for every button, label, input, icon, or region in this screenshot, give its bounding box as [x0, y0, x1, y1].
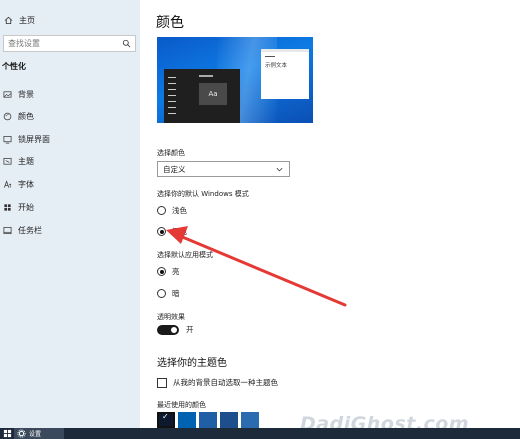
home-label: 主页 — [19, 16, 35, 25]
recent-color-swatches — [157, 412, 259, 428]
radio-label: 深色 — [172, 227, 187, 236]
dropdown-value: 自定义 — [163, 164, 186, 174]
sidebar-item-label: 主题 — [18, 156, 34, 166]
radio-button-checked[interactable] — [157, 227, 166, 236]
sidebar-item-fonts[interactable]: 字体 — [0, 175, 140, 193]
start-button[interactable] — [0, 428, 14, 439]
preview-menu-line — [168, 101, 176, 102]
preview-menu-line — [168, 77, 176, 78]
sidebar-item-colors[interactable]: 颜色 — [0, 107, 140, 125]
sidebar-item-label: 字体 — [18, 179, 34, 189]
image-icon — [3, 90, 12, 99]
preview-dark-window: Aa — [164, 69, 240, 123]
toggle-state-label: 开 — [186, 325, 194, 334]
preview-tile: Aa — [199, 83, 227, 105]
app-mode-label: 选择默认应用模式 — [157, 251, 213, 259]
windows-mode-label: 选择你的默认 Windows 模式 — [157, 190, 249, 198]
transparency-toggle[interactable] — [157, 324, 179, 335]
sidebar-item-label: 任务栏 — [18, 225, 42, 235]
preview-menu-line — [168, 83, 176, 84]
sidebar-item-label: 开始 — [18, 202, 34, 212]
preview-sample-text: 示例文本 — [265, 63, 288, 69]
preview-menu-line — [168, 113, 176, 114]
radio-label: 浅色 — [172, 206, 187, 215]
colors-page: 颜色 Aa 示例文本 选择颜色 自定义 选择你的默认 Windows 模式 浅色 — [140, 0, 520, 428]
preview-window-header — [265, 56, 275, 57]
sidebar-item-background[interactable]: 背景 — [0, 85, 140, 103]
auto-accent-checkbox[interactable] — [157, 377, 167, 388]
preview-menu-line — [168, 107, 176, 108]
transparency-label: 透明效果 — [157, 313, 185, 321]
app-mode-dark-radio[interactable]: 暗 — [157, 288, 180, 299]
windows-mode-light-radio[interactable]: 浅色 — [157, 205, 187, 216]
sidebar-home[interactable]: 主页 — [4, 15, 35, 26]
preview-light-window: 示例文本 — [261, 49, 309, 99]
start-icon — [3, 203, 12, 212]
sidebar-item-label: 颜色 — [18, 111, 34, 121]
radio-label: 亮 — [172, 267, 180, 276]
font-icon — [3, 179, 12, 189]
palette-icon — [3, 112, 12, 121]
preview-tile-header — [199, 75, 213, 77]
sidebar-item-start[interactable]: 开始 — [0, 198, 140, 216]
taskbar: 设置 — [0, 428, 520, 439]
auto-accent-checkbox-row[interactable]: 从我的背景自动选取一种主题色 — [157, 377, 278, 388]
theme-preview: Aa 示例文本 — [157, 37, 313, 123]
preview-menu-line — [168, 95, 176, 96]
radio-button[interactable] — [157, 206, 166, 215]
color-swatch[interactable] — [199, 412, 217, 428]
brush-icon — [3, 157, 12, 166]
color-swatch[interactable] — [178, 412, 196, 428]
home-icon — [4, 16, 13, 25]
sidebar-item-themes[interactable]: 主题 — [0, 152, 140, 170]
gear-icon — [17, 429, 26, 438]
page-title: 颜色 — [156, 15, 184, 31]
taskbar-app-label: 设置 — [29, 431, 42, 438]
color-swatch[interactable] — [220, 412, 238, 428]
sidebar-section-title: 个性化 — [2, 62, 26, 71]
search-input[interactable] — [8, 39, 122, 48]
lock-screen-icon — [3, 135, 12, 144]
choose-color-label: 选择颜色 — [157, 149, 185, 157]
windows-mode-dark-radio[interactable]: 深色 — [157, 226, 187, 237]
sidebar-item-lock-screen[interactable]: 锁屏界面 — [0, 130, 140, 148]
search-icon[interactable] — [122, 39, 131, 48]
taskbar-icon — [3, 226, 12, 235]
sidebar-item-taskbar[interactable]: 任务栏 — [0, 221, 140, 239]
chevron-down-icon — [275, 165, 284, 174]
color-swatch-selected[interactable] — [157, 412, 175, 428]
settings-sidebar: 主页 个性化 背景 颜色 锁屏界面 主题 字体 — [0, 0, 140, 428]
sidebar-item-label: 背景 — [18, 89, 34, 99]
preview-menu-line — [168, 89, 176, 90]
transparency-toggle-row[interactable]: 开 — [157, 324, 194, 335]
search-box[interactable] — [3, 35, 136, 52]
windows-logo-icon — [3, 429, 12, 438]
checkbox-label: 从我的背景自动选取一种主题色 — [173, 378, 278, 387]
choose-color-dropdown[interactable]: 自定义 — [157, 161, 290, 177]
radio-button-checked[interactable] — [157, 267, 166, 276]
radio-button[interactable] — [157, 289, 166, 298]
taskbar-settings-app[interactable]: 设置 — [14, 428, 64, 439]
radio-label: 暗 — [172, 289, 180, 298]
recent-colors-label: 最近使用的颜色 — [157, 401, 206, 409]
sidebar-item-label: 锁屏界面 — [18, 134, 50, 144]
app-mode-light-radio[interactable]: 亮 — [157, 266, 180, 277]
accent-color-title: 选择你的主题色 — [157, 358, 227, 369]
color-swatch[interactable] — [241, 412, 259, 428]
